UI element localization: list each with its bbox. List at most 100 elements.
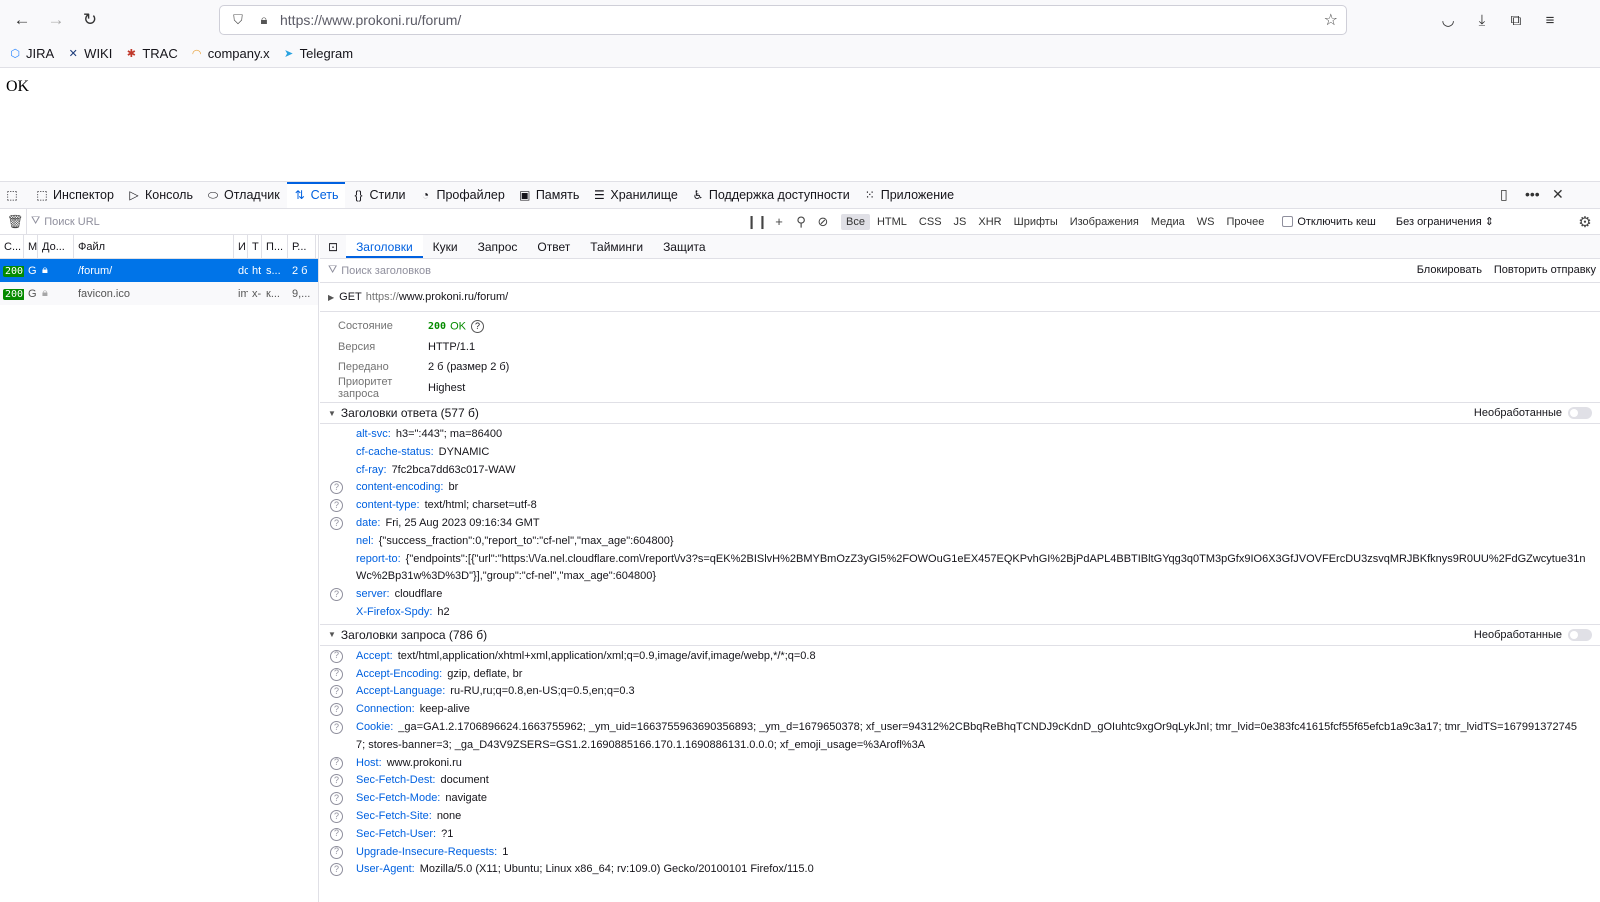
help-icon[interactable]: ? <box>330 756 343 770</box>
details-tab[interactable]: Тайминги <box>580 235 653 258</box>
help-icon[interactable]: ? <box>330 516 343 530</box>
column-header[interactable]: Т <box>248 235 262 258</box>
bookmark-company-x[interactable]: ◠ company.x <box>190 46 270 61</box>
bookmark-label: company.x <box>207 46 270 61</box>
toggle-switch-icon[interactable] <box>1568 407 1592 419</box>
lock-icon[interactable]: 🔒︎ <box>254 12 274 28</box>
pocket-icon[interactable]: ◡ <box>1436 8 1460 32</box>
help-icon[interactable]: ? <box>470 319 484 333</box>
details-tab[interactable]: Куки <box>423 235 468 258</box>
type-filter-button[interactable]: Все <box>841 213 870 230</box>
back-icon[interactable]: ← <box>6 4 38 36</box>
column-header[interactable]: Файл <box>74 235 234 258</box>
type-filter-button[interactable]: Шрифты <box>1009 214 1063 230</box>
help-icon[interactable]: ? <box>330 845 343 859</box>
throttling-select[interactable]: Без ограничения ⇕ <box>1396 215 1494 228</box>
url-bar[interactable]: ⛉ 🔒︎ https://www.prokoni.ru/forum/ ☆ <box>219 5 1347 35</box>
request-headers-section[interactable]: ▼ Заголовки запроса (786 б) Необработанн… <box>320 623 1600 646</box>
response-headers-section[interactable]: ▼ Заголовки ответа (577 б) Необработанны… <box>320 402 1600 424</box>
expand-arrow-icon[interactable]: ▶ <box>328 293 334 302</box>
details-tab[interactable]: Запрос <box>468 235 528 258</box>
clear-requests-icon[interactable]: 🗑︎ <box>4 214 26 230</box>
reload-icon[interactable]: ↻ <box>74 4 106 36</box>
devtools-tab-2[interactable]: ⬭ Отладчик <box>200 182 287 208</box>
forward-icon[interactable]: → <box>40 4 72 36</box>
block-button[interactable]: Блокировать <box>1417 264 1482 276</box>
help-icon[interactable]: ? <box>330 667 343 681</box>
help-icon[interactable]: ? <box>330 774 343 788</box>
more-options-icon[interactable]: ••• <box>1525 186 1540 202</box>
bookmark-trac[interactable]: ✱ TRAC <box>124 46 178 61</box>
column-header[interactable]: До... <box>38 235 74 258</box>
bookmark-telegram[interactable]: ➤ Telegram <box>282 46 353 61</box>
extensions-icon[interactable]: ⧉ <box>1504 8 1528 32</box>
devtools-tab-5[interactable]: ◔ Профайлер <box>413 182 512 208</box>
devtools-tab-1[interactable]: ▷ Консоль <box>121 182 200 208</box>
element-picker-icon[interactable]: ⬚ <box>0 182 29 208</box>
downloads-icon[interactable]: ⤓ <box>1470 8 1494 32</box>
help-icon[interactable]: ? <box>330 809 343 823</box>
request-cell: 200 <box>0 265 24 277</box>
type-filter-button[interactable]: Медиа <box>1146 214 1190 230</box>
help-icon[interactable]: ? <box>330 685 343 699</box>
headers-filter-input[interactable]: ⛛ Поиск заголовков Блокировать Повторить… <box>320 259 1600 283</box>
devtools-tab-4[interactable]: {} Стили <box>345 182 412 208</box>
pause-icon[interactable]: ❙❙ <box>746 214 768 230</box>
disable-cache-checkbox[interactable]: Отключить кеш <box>1282 216 1376 228</box>
column-header[interactable]: И <box>234 235 248 258</box>
help-icon[interactable]: ? <box>330 827 343 841</box>
checkbox-icon[interactable] <box>1282 216 1294 227</box>
dock-icon[interactable]: ▯ <box>1500 186 1508 203</box>
request-row[interactable]: 200 G 🔒︎ /forum/dc ht s... 2 б <box>0 259 318 282</box>
raw-toggle[interactable]: Необработанные <box>1474 407 1592 419</box>
collapse-arrow-icon[interactable]: ▼ <box>328 409 336 418</box>
column-header[interactable]: Р... <box>288 235 316 258</box>
raw-toggle[interactable]: Необработанные <box>1474 628 1592 641</box>
help-icon[interactable]: ? <box>330 588 343 602</box>
column-header[interactable]: П... <box>262 235 288 258</box>
type-filter-button[interactable]: XHR <box>973 214 1006 230</box>
devtools-tab-7[interactable]: ☰ Хранилище <box>586 182 685 208</box>
type-filter-button[interactable]: Прочее <box>1221 214 1269 230</box>
devtools-tab-0[interactable]: ⬚ Инспектор <box>29 182 121 208</box>
devtools-tab-6[interactable]: ▣ Память <box>512 182 587 208</box>
resend-button[interactable]: Повторить отправку <box>1494 264 1596 276</box>
column-header[interactable]: С... <box>0 235 24 258</box>
request-url-line[interactable]: ▶ GET https:// www.prokoni.ru/forum/ <box>320 283 1600 312</box>
help-icon[interactable]: ? <box>330 499 343 513</box>
help-icon[interactable]: ? <box>330 863 343 877</box>
type-filter-button[interactable]: CSS <box>914 214 947 230</box>
type-filter-button[interactable]: JS <box>949 214 972 230</box>
help-icon[interactable]: ? <box>330 792 343 806</box>
help-icon[interactable]: ? <box>330 703 343 717</box>
bookmark-jira[interactable]: ⬡ JIRA <box>8 46 54 61</box>
column-header[interactable]: М <box>24 235 38 258</box>
request-row[interactable]: 200 G 🔒︎ favicon.ico im x-к... 9,... <box>0 282 318 305</box>
type-filter-button[interactable]: Изображения <box>1065 214 1144 230</box>
devtools-tab-8[interactable]: ♿ Поддержка доступности <box>685 182 857 208</box>
devtools-tab-3[interactable]: ⇅ Сеть <box>286 182 346 208</box>
filter-url-input[interactable]: ⛛ Поиск URL <box>26 209 746 234</box>
close-devtools-icon[interactable]: ✕ <box>1552 186 1564 203</box>
details-tab[interactable]: Защита <box>653 235 716 258</box>
details-tab[interactable]: Ответ <box>527 235 580 258</box>
help-icon[interactable]: ? <box>330 649 343 663</box>
network-settings-icon[interactable]: ⚙ <box>1574 213 1596 231</box>
details-tab[interactable]: Заголовки <box>346 235 423 258</box>
block-icon[interactable]: ⊘ <box>812 214 834 230</box>
search-icon[interactable]: ⚲ <box>790 214 812 230</box>
tracking-protection-icon[interactable]: ⛉ <box>228 12 248 28</box>
url-text[interactable]: https://www.prokoni.ru/forum/ <box>280 12 1324 28</box>
toggle-sidebar-icon[interactable]: ⊡ <box>320 235 346 258</box>
devtools-tab-9[interactable]: ⁙ Приложение <box>857 182 961 208</box>
help-icon[interactable]: ? <box>330 481 343 495</box>
toggle-switch-icon[interactable] <box>1568 628 1592 641</box>
collapse-arrow-icon[interactable]: ▼ <box>328 630 336 639</box>
bookmark-wiki[interactable]: ✕ WIKI <box>66 46 113 61</box>
bookmark-star-icon[interactable]: ☆ <box>1324 10 1338 30</box>
type-filter-button[interactable]: WS <box>1192 214 1220 230</box>
help-icon[interactable]: ? <box>330 720 343 734</box>
type-filter-button[interactable]: HTML <box>872 214 912 230</box>
menu-icon[interactable]: ≡ <box>1538 8 1562 32</box>
add-filter-icon[interactable]: + <box>768 214 790 229</box>
